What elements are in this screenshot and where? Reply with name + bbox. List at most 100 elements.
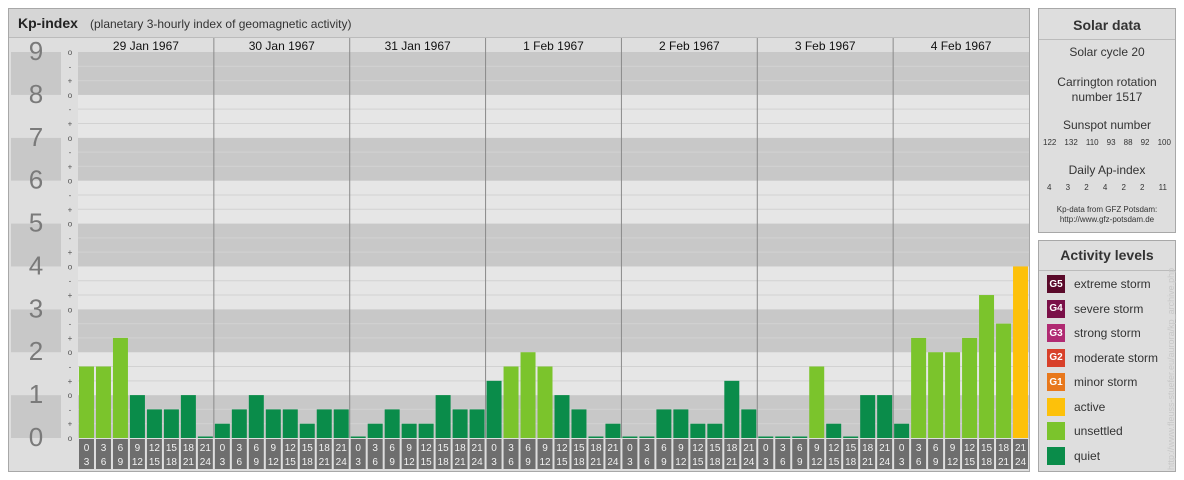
kp-bar <box>724 380 740 438</box>
legend-swatch <box>1047 397 1065 416</box>
sunspot-value: 122 <box>1043 138 1057 147</box>
kp-chart-panel: Kp-index (planetary 3-hourly index of ge… <box>8 8 1030 472</box>
kp-bar <box>401 423 417 438</box>
kp-bar <box>911 337 927 438</box>
kp-bar <box>384 409 400 438</box>
interval-start-label: 12 <box>421 443 433 454</box>
kp-band <box>78 137 1029 181</box>
kp-bar <box>826 423 842 438</box>
kp-bar <box>809 366 825 438</box>
kp-minor-tick: + <box>68 248 73 257</box>
legend-swatch: G5 <box>1047 275 1065 293</box>
kp-minor-tick: - <box>69 277 72 286</box>
legend-label: unsettled <box>1074 424 1123 438</box>
interval-start-label: 0 <box>763 443 769 454</box>
kp-bar <box>197 436 213 438</box>
legend-swatch: G1 <box>1047 373 1065 391</box>
interval-end-label: 9 <box>933 457 939 468</box>
kp-minor-tick: o <box>68 220 73 229</box>
kp-bar <box>758 436 774 438</box>
kp-minor-tick: o <box>68 348 73 357</box>
interval-end-label: 21 <box>726 457 738 468</box>
interval-start-label: 0 <box>627 443 633 454</box>
interval-end-label: 3 <box>763 457 769 468</box>
kp-bar <box>299 423 315 438</box>
interval-start-label: 12 <box>964 443 976 454</box>
interval-end-label: 24 <box>472 457 484 468</box>
interval-end-label: 21 <box>319 457 331 468</box>
kp-bar <box>282 409 298 438</box>
kp-bar <box>333 409 349 438</box>
interval-start-label: 3 <box>237 443 243 454</box>
legend-item: G2 moderate storm <box>1047 348 1158 368</box>
kp-band <box>78 223 1029 267</box>
kp-bar <box>367 423 383 438</box>
legend-item: G5 extreme storm <box>1047 274 1151 294</box>
legend-swatch: G3 <box>1047 324 1065 342</box>
activity-levels-panel: Activity levels G5 extreme storm G4 severe … <box>1038 240 1176 472</box>
legend-item: G4 severe storm <box>1047 299 1143 319</box>
interval-end-label: 3 <box>627 457 633 468</box>
interval-end-label: 15 <box>964 457 976 468</box>
sunspot-value: 110 <box>1085 138 1099 147</box>
interval-end-label: 3 <box>355 457 361 468</box>
kp-bar <box>79 366 94 438</box>
interval-start-label: 0 <box>899 443 905 454</box>
kp-bar <box>537 366 553 438</box>
kp-bar <box>180 395 196 438</box>
interval-start-label: 6 <box>118 443 124 454</box>
kp-bar <box>571 409 587 438</box>
interval-start-label: 6 <box>661 443 667 454</box>
kp-bar <box>894 423 910 438</box>
ap-index-value: 2 <box>1121 183 1126 192</box>
solar-data-title: Solar data <box>1073 17 1141 33</box>
kp-minor-tick: + <box>68 420 73 429</box>
kp-minor-tick: o <box>68 134 73 143</box>
interval-start-label: 21 <box>200 443 212 454</box>
interval-end-label: 21 <box>862 457 874 468</box>
interval-start-label: 15 <box>573 443 585 454</box>
interval-start-label: 18 <box>455 443 467 454</box>
credit-line1: Kp-data from GFZ Potsdam: <box>1056 205 1158 214</box>
interval-start-label: 21 <box>336 443 348 454</box>
kp-bar <box>95 366 111 438</box>
interval-end-label: 12 <box>947 457 959 468</box>
interval-start-label: 15 <box>438 443 450 454</box>
interval-end-label: 12 <box>404 457 416 468</box>
kp-band <box>78 352 1029 396</box>
interval-start-label: 18 <box>590 443 602 454</box>
interval-start-label: 15 <box>981 443 993 454</box>
interval-end-label: 18 <box>981 457 993 468</box>
kp-bar <box>469 409 485 438</box>
interval-start-label: 3 <box>372 443 378 454</box>
kp-minor-tick: - <box>69 62 72 71</box>
interval-end-label: 9 <box>254 457 260 468</box>
interval-end-label: 15 <box>285 457 297 468</box>
kp-bar <box>452 409 468 438</box>
interval-end-label: 21 <box>590 457 602 468</box>
kp-bar <box>877 395 893 438</box>
interval-start-label: 0 <box>355 443 361 454</box>
interval-start-label: 9 <box>814 443 820 454</box>
interval-end-label: 3 <box>220 457 226 468</box>
interval-start-label: 3 <box>508 443 514 454</box>
legend-swatch: G4 <box>1047 299 1065 318</box>
kp-bar <box>231 409 247 438</box>
interval-start-label: 6 <box>933 443 939 454</box>
kp-band <box>78 52 1029 95</box>
kp-minor-tick: - <box>69 405 72 414</box>
kp-minor-tick: o <box>68 262 73 271</box>
interval-start-label: 15 <box>166 443 178 454</box>
interval-start-label: 0 <box>491 443 497 454</box>
ap-index-value: 4 <box>1047 183 1052 192</box>
kp-bar <box>843 436 859 438</box>
day-label: 30 Jan 1967 <box>249 39 315 53</box>
interval-start-label: 15 <box>709 443 721 454</box>
kp-bar <box>962 337 978 438</box>
kp-bar <box>350 436 366 438</box>
kp-band <box>78 309 1029 353</box>
sunspot-value: 92 <box>1140 138 1150 147</box>
interval-end-label: 15 <box>149 457 161 468</box>
interval-start-label: 3 <box>644 443 650 454</box>
kp-minor-tick: + <box>68 377 73 386</box>
